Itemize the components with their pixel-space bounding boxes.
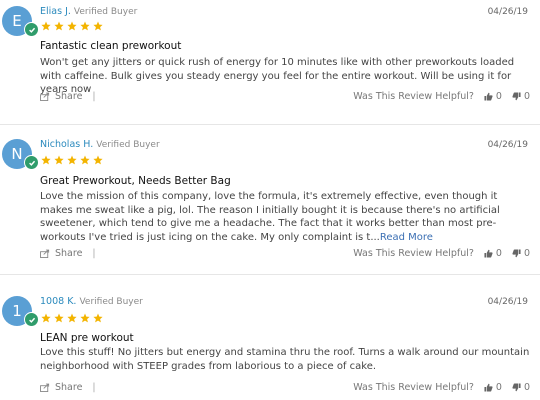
thumbs-down-count: 0 — [523, 382, 530, 393]
share-label: Share — [55, 382, 83, 393]
reviewer-name-row: 1008 K. Verified Buyer — [40, 296, 143, 307]
star-icon — [79, 20, 91, 32]
review-divider — [0, 274, 540, 275]
thumbs-up-icon — [484, 92, 493, 101]
thumbs-up-count: 0 — [495, 382, 502, 393]
thumbs-down-icon — [512, 92, 521, 101]
review-title: Fantastic clean preworkout — [40, 40, 182, 52]
share-label: Share — [55, 248, 83, 259]
star-icon — [79, 154, 91, 166]
helpful-label: Was This Review Helpful? — [353, 248, 474, 259]
thumbs-down-button[interactable]: 0 — [512, 382, 530, 393]
star-icon — [53, 20, 65, 32]
star-rating — [40, 154, 104, 166]
review-date: 04/26/19 — [487, 297, 528, 307]
verified-check-icon — [24, 22, 39, 37]
reviewer-name-row: Elias J. Verified Buyer — [40, 6, 137, 17]
star-icon — [92, 20, 104, 32]
helpful-row: Was This Review Helpful? 0 0 — [353, 91, 530, 102]
star-icon — [53, 154, 65, 166]
reviewer-name[interactable]: 1008 K. — [40, 296, 76, 307]
review-date: 04/26/19 — [487, 7, 528, 17]
review-item: N Nicholas H. Verified Buyer 04/26/19 Gre… — [0, 136, 540, 272]
review-divider — [0, 124, 540, 125]
star-icon — [92, 312, 104, 324]
read-more-link[interactable]: Read More — [380, 232, 433, 243]
thumbs-down-button[interactable]: 0 — [512, 248, 530, 259]
share-button[interactable]: Share | — [40, 91, 96, 102]
star-icon — [40, 312, 52, 324]
share-label: Share — [55, 91, 83, 102]
thumbs-down-icon — [512, 383, 521, 392]
thumbs-up-button[interactable]: 0 — [484, 382, 502, 393]
star-icon — [40, 154, 52, 166]
star-icon — [92, 154, 104, 166]
thumbs-up-button[interactable]: 0 — [484, 91, 502, 102]
star-icon — [40, 20, 52, 32]
review-body: Love the mission of this company, love t… — [40, 190, 532, 244]
verified-label: Verified Buyer — [73, 7, 138, 17]
review-title: LEAN pre workout — [40, 332, 134, 344]
thumbs-down-button[interactable]: 0 — [512, 91, 530, 102]
star-rating — [40, 312, 104, 324]
review-body: Love this stuff! No jitters but energy a… — [40, 346, 532, 373]
verified-check-icon — [24, 312, 39, 327]
thumbs-up-icon — [484, 249, 493, 258]
divider-bar: | — [92, 91, 96, 102]
divider-bar: | — [92, 382, 96, 393]
share-button[interactable]: Share | — [40, 382, 96, 393]
helpful-label: Was This Review Helpful? — [353, 91, 474, 102]
review-title: Great Preworkout, Needs Better Bag — [40, 175, 231, 187]
share-icon — [40, 249, 50, 258]
thumbs-down-count: 0 — [523, 248, 530, 259]
share-icon — [40, 92, 50, 101]
share-icon — [40, 383, 50, 392]
star-rating — [40, 20, 104, 32]
star-icon — [53, 312, 65, 324]
verified-check-icon — [24, 155, 39, 170]
reviewer-name[interactable]: Nicholas H. — [40, 139, 93, 150]
avatar-initial: N — [11, 145, 23, 163]
review-date: 04/26/19 — [487, 140, 528, 150]
avatar-initial: 1 — [12, 302, 22, 320]
thumbs-up-count: 0 — [495, 248, 502, 259]
thumbs-up-count: 0 — [495, 91, 502, 102]
avatar-initial: E — [12, 12, 22, 30]
thumbs-up-button[interactable]: 0 — [484, 248, 502, 259]
star-icon — [66, 20, 78, 32]
thumbs-up-icon — [484, 383, 493, 392]
helpful-row: Was This Review Helpful? 0 0 — [353, 248, 530, 259]
helpful-label: Was This Review Helpful? — [353, 382, 474, 393]
helpful-row: Was This Review Helpful? 0 0 — [353, 382, 530, 393]
thumbs-down-count: 0 — [523, 91, 530, 102]
review-item: 1 1008 K. Verified Buyer 04/26/19 LEAN pr… — [0, 292, 540, 400]
reviewer-name-row: Nicholas H. Verified Buyer — [40, 139, 160, 150]
share-button[interactable]: Share | — [40, 248, 96, 259]
review-text: Won't get any jitters or quick rush of e… — [40, 57, 515, 95]
star-icon — [79, 312, 91, 324]
reviewer-name[interactable]: Elias J. — [40, 6, 71, 17]
divider-bar: | — [92, 248, 96, 259]
review-text: Love this stuff! No jitters but energy a… — [40, 347, 530, 372]
thumbs-down-icon — [512, 249, 521, 258]
star-icon — [66, 312, 78, 324]
verified-label: Verified Buyer — [96, 140, 160, 150]
verified-label: Verified Buyer — [79, 297, 143, 307]
star-icon — [66, 154, 78, 166]
review-item: E Elias J. Verified Buyer 04/26/19 Fantas… — [0, 0, 540, 124]
